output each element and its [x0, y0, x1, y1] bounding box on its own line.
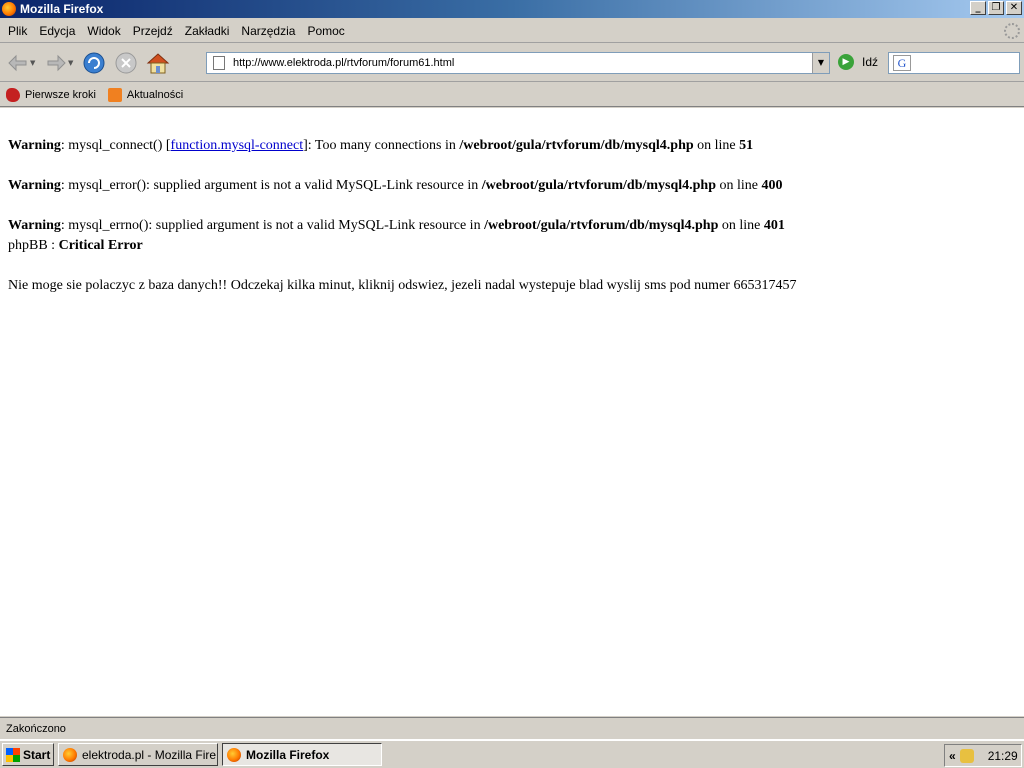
warning-line-1: Warning: mysql_connect() [function.mysql…	[8, 136, 1016, 156]
phpbb-error-line: phpBB : Critical Error	[8, 236, 1016, 256]
line-number: 51	[739, 138, 754, 153]
rss-icon	[107, 87, 122, 102]
back-history-dropdown-icon[interactable]: ▼	[30, 59, 38, 67]
bookmark-pierwsze-kroki[interactable]: Pierwsze kroki	[6, 87, 96, 102]
google-search-engine-icon[interactable]: G	[893, 55, 911, 71]
menu-przejdz[interactable]: Przejdź	[127, 24, 179, 38]
menu-plik[interactable]: Plik	[2, 24, 33, 38]
stop-icon	[115, 52, 137, 73]
go-icon: ▶	[838, 54, 854, 70]
title-bar: Mozilla Firefox _ ❐ ✕	[0, 0, 1024, 18]
critical-error-label: Critical Error	[58, 238, 143, 253]
go-button[interactable]: ▶ Idź	[838, 54, 878, 70]
address-bar[interactable]: http://www.elektroda.pl/rtvforum/forum61…	[206, 52, 830, 74]
bookmark-label: Pierwsze kroki	[25, 88, 96, 101]
warning-line-3: Warning: mysql_errno(): supplied argumen…	[8, 216, 1016, 236]
line-number: 401	[763, 218, 785, 233]
warning-text: on line	[716, 178, 762, 193]
bookmark-label: Aktualności	[126, 88, 184, 101]
warning-text: : mysql_errno(): supplied argument is no…	[60, 218, 485, 233]
taskbar-item-elektroda[interactable]: elektroda.pl - Mozilla Fire...	[58, 743, 218, 766]
file-path: /webroot/gula/rtvforum/db/mysql4.php	[484, 218, 719, 233]
window-title: Mozilla Firefox	[20, 2, 104, 16]
warning-text: on line	[693, 138, 740, 153]
warning-text: : mysql_connect() [	[60, 138, 171, 153]
warning-label: Warning	[8, 218, 61, 233]
status-bar: Zakończono	[0, 717, 1024, 739]
warning-label: Warning	[8, 178, 61, 193]
error-message: Nie moge sie polaczyc z baza danych!! Od…	[8, 278, 797, 293]
taskbar-item-firefox[interactable]: Mozilla Firefox	[222, 743, 382, 766]
phpbb-prefix: phpBB :	[8, 238, 59, 253]
firefox-icon	[2, 2, 16, 16]
firefox-icon	[63, 747, 77, 762]
back-arrow-icon	[8, 54, 27, 71]
back-button[interactable]	[4, 49, 32, 77]
file-path: /webroot/gula/rtvforum/db/mysql4.php	[481, 178, 717, 193]
page-icon	[213, 56, 225, 70]
forward-history-dropdown-icon[interactable]: ▼	[68, 59, 76, 67]
tray-app-icon[interactable]	[959, 748, 974, 763]
task-label: Mozilla Firefox	[246, 747, 330, 762]
firefox-bookmark-icon	[6, 87, 20, 102]
start-label: Start	[23, 747, 51, 762]
home-button[interactable]	[144, 49, 172, 77]
line-number: 400	[761, 178, 783, 193]
tray-chevron-icon[interactable]: «	[949, 749, 956, 763]
minimize-icon[interactable]: _	[970, 1, 986, 15]
go-label: Idź	[862, 55, 879, 69]
search-input[interactable]: G	[888, 52, 1020, 74]
menu-widok[interactable]: Widok	[81, 24, 126, 38]
warning-text: ]: Too many connections in	[303, 138, 460, 153]
warning-line-2: Warning: mysql_error(): supplied argumen…	[8, 176, 1016, 196]
file-path: /webroot/gula/rtvforum/db/mysql4.php	[459, 138, 694, 153]
forward-button[interactable]	[42, 49, 70, 77]
windows-logo-icon	[6, 747, 20, 762]
url-dropdown-icon[interactable]: ▼	[812, 53, 829, 73]
menu-bar: Plik Edycja Widok Przejdź Zakładki Narzę…	[0, 19, 1024, 43]
status-text: Zakończono	[6, 722, 66, 735]
menu-narzedzia[interactable]: Narzędzia	[235, 24, 301, 38]
forward-arrow-icon	[47, 54, 66, 71]
url-text[interactable]: http://www.elektroda.pl/rtvforum/forum61…	[233, 57, 454, 69]
task-label: elektroda.pl - Mozilla Fire...	[82, 747, 218, 762]
bookmark-aktualnosci[interactable]: Aktualności	[107, 87, 184, 102]
reload-button[interactable]	[80, 49, 108, 77]
menu-zakladki[interactable]: Zakładki	[179, 24, 236, 38]
clock[interactable]: 21:29	[988, 749, 1018, 763]
taskbar: Start elektroda.pl - Mozilla Fire... Moz…	[0, 739, 1024, 768]
firefox-icon	[227, 747, 241, 762]
page-content: Warning: mysql_connect() [function.mysql…	[0, 108, 1024, 716]
window-controls: _ ❐ ✕	[968, 1, 1022, 15]
menu-pomoc[interactable]: Pomoc	[301, 24, 350, 38]
menu-edycja[interactable]: Edycja	[33, 24, 81, 38]
function-link[interactable]: function.mysql-connect	[171, 138, 304, 153]
throbber-icon	[1004, 23, 1020, 39]
start-button[interactable]: Start	[2, 743, 54, 766]
warning-label: Warning	[8, 138, 61, 153]
warning-text: : mysql_error(): supplied argument is no…	[60, 178, 482, 193]
close-icon[interactable]: ✕	[1006, 1, 1022, 15]
stop-button[interactable]	[112, 49, 140, 77]
maximize-icon[interactable]: ❐	[988, 1, 1004, 15]
navigation-toolbar: ▼ ▼ http://www.elektroda.pl/rtvforum/for…	[0, 44, 1024, 82]
system-tray: « 21:29	[944, 744, 1022, 767]
bookmarks-toolbar: Pierwsze kroki Aktualności	[0, 83, 1024, 107]
warning-text: on line	[718, 218, 764, 233]
home-icon	[146, 52, 170, 73]
reload-icon	[83, 52, 105, 73]
